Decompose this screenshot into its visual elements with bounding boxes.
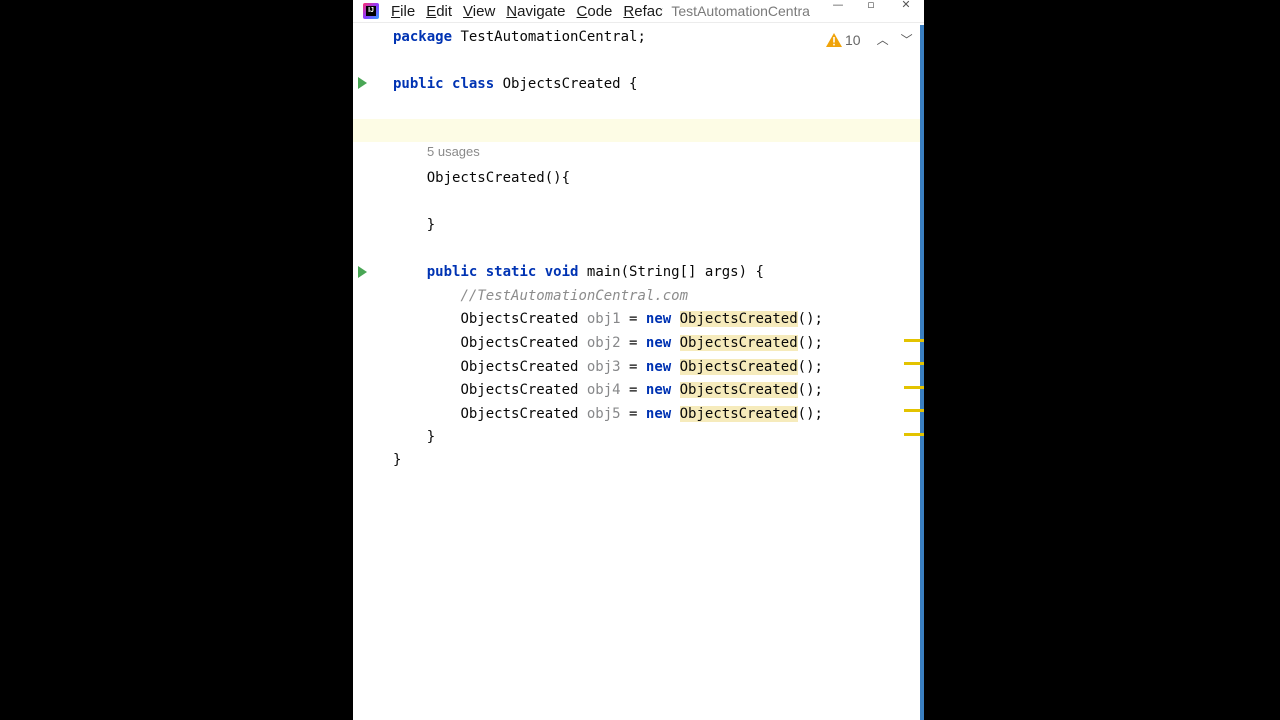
minimize-button[interactable]: — <box>823 0 853 12</box>
error-stripe-marker[interactable] <box>904 386 924 389</box>
run-class-icon[interactable] <box>358 77 367 89</box>
menu-file[interactable]: File <box>391 3 415 20</box>
close-button[interactable]: ✕ <box>891 0 921 12</box>
error-stripe-marker[interactable] <box>904 433 924 436</box>
usages-hint[interactable]: 5 usages <box>427 144 480 159</box>
previous-highlight-icon[interactable]: ︿ <box>877 31 889 48</box>
error-stripe-marker[interactable] <box>904 339 924 342</box>
ide-window: IJ File Edit View Navigate Code Refact T… <box>353 0 924 720</box>
menu-code[interactable]: Code <box>577 3 613 20</box>
run-main-icon[interactable] <box>358 266 367 278</box>
code-line-constructor: ObjectsCreated(){ <box>393 170 571 186</box>
code-line-main: public static void main(String[] args) { <box>426 264 764 280</box>
code-line-package: package TestAutomationCentral; <box>393 29 646 45</box>
code-line-decl-obj2: ObjectsCreated obj2 = new ObjectsCreated… <box>460 335 823 351</box>
error-stripe-marker[interactable] <box>904 409 924 412</box>
warning-icon <box>826 32 842 47</box>
inspection-widget[interactable]: 10 ︿ ﹀ <box>826 31 913 48</box>
code-line-main-close: } <box>393 429 436 445</box>
code-line-constructor-close: } <box>393 217 436 233</box>
code-line-decl-obj1: ObjectsCreated obj1 = new ObjectsCreated… <box>460 311 823 327</box>
code-line-decl-obj3: ObjectsCreated obj3 = new ObjectsCreated… <box>460 359 823 375</box>
menu-edit[interactable]: Edit <box>426 3 452 20</box>
code-line-comment: //TestAutomationCentral.com <box>460 288 689 304</box>
intellij-logo-icon[interactable]: IJ <box>363 3 379 19</box>
code-line-class-close: } <box>393 452 402 468</box>
code-editor[interactable]: 10 ︿ ﹀ package TestAutomationCentral; pu… <box>353 23 924 720</box>
window-title: TestAutomationCentra <box>671 3 810 19</box>
next-highlight-icon[interactable]: ﹀ <box>901 31 913 48</box>
error-stripe-marker[interactable] <box>904 362 924 365</box>
caret-line-highlight <box>353 119 922 142</box>
menu-view[interactable]: View <box>463 3 495 20</box>
title-bar: IJ File Edit View Navigate Code Refact T… <box>353 0 924 23</box>
code-line-decl-obj5: ObjectsCreated obj5 = new ObjectsCreated… <box>460 406 823 422</box>
code-line-decl-obj4: ObjectsCreated obj4 = new ObjectsCreated… <box>460 382 823 398</box>
code-line-class: public class ObjectsCreated { <box>393 76 638 92</box>
right-window-edge <box>920 25 924 720</box>
warning-count: 10 <box>845 31 861 48</box>
maximize-button[interactable]: ▫ <box>856 0 886 12</box>
menu-navigate[interactable]: Navigate <box>506 3 565 20</box>
menu-refactor[interactable]: Refact <box>623 3 663 20</box>
